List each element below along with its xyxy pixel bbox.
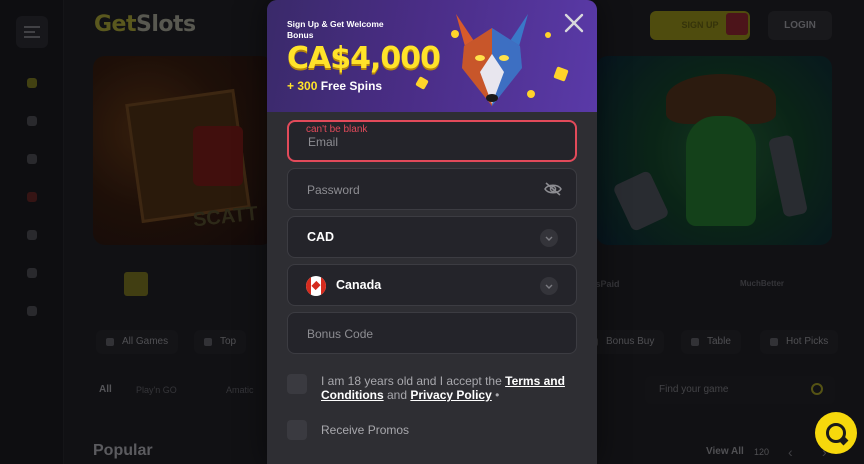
game-search-bar[interactable]: Find your game [645, 376, 835, 404]
sidebar [0, 0, 64, 464]
terms-consent-text: I am 18 years old and I accept the Terms… [321, 374, 565, 402]
coin-icon [527, 90, 535, 98]
game-count: 120 [754, 447, 770, 457]
email-error-message: can't be blank [306, 124, 368, 135]
coin-icon [545, 32, 551, 38]
sidebar-item-bonus-icon[interactable] [27, 230, 37, 240]
dice-icon [553, 66, 569, 82]
payment-logo-muchbetter: MuchBetter [740, 279, 785, 288]
eye-off-icon[interactable] [544, 182, 562, 196]
live-chat-button[interactable] [815, 412, 857, 454]
site-logo[interactable]: GetSlots [94, 12, 196, 37]
terms-consent-row: I am 18 years old and I accept the Terms… [287, 374, 577, 404]
country-select[interactable]: Canada [287, 264, 577, 306]
country-value: Canada [336, 278, 382, 292]
chevron-down-icon [540, 277, 558, 295]
sidebar-item-cards-icon[interactable] [27, 154, 37, 164]
filter-provider-playngo[interactable]: Play'n GO [136, 381, 177, 399]
revolver-illustration [612, 169, 670, 233]
promos-consent-row: Receive Promos [287, 420, 577, 440]
filter-provider-amatic[interactable]: Amatic [226, 381, 254, 399]
category-table[interactable]: Table [681, 330, 741, 354]
sidebar-item-slots-icon[interactable] [27, 78, 37, 88]
gift-icon [726, 13, 748, 35]
section-title: Popular [93, 442, 153, 459]
chevron-down-icon [540, 229, 558, 247]
table-icon [691, 338, 699, 346]
bonus-amount: CA$4,000 [287, 41, 441, 76]
bonus-code-field[interactable]: Bonus Code [287, 312, 577, 354]
required-mark: • [495, 388, 500, 402]
menu-icon [24, 26, 40, 38]
sidebar-item-support-icon[interactable] [27, 306, 37, 316]
close-icon[interactable] [563, 12, 585, 34]
email-placeholder: Email [308, 135, 339, 149]
cactus-character-illustration [686, 116, 756, 226]
search-icon[interactable] [811, 383, 823, 395]
coin-icon [451, 30, 459, 38]
chevron-left-icon[interactable]: ‹ [788, 444, 793, 460]
receive-promos-label: Receive Promos [321, 423, 410, 437]
login-button[interactable]: LOGIN [768, 11, 832, 40]
bonus-code-placeholder: Bonus Code [307, 327, 374, 341]
star-icon [204, 338, 212, 346]
category-hot-picks[interactable]: Hot Picks [760, 330, 839, 354]
currency-select[interactable]: CAD [287, 216, 577, 258]
password-placeholder: Password [307, 183, 360, 197]
currency-value: CAD [307, 230, 335, 244]
grid-icon [106, 338, 114, 346]
privacy-policy-link[interactable]: Privacy Policy [410, 388, 491, 402]
sidebar-item-games-icon[interactable] [27, 116, 37, 126]
free-spins-text: + 300 Free Spins [287, 79, 383, 93]
payment-logo-interac [124, 272, 148, 296]
promo-banner-left[interactable]: SCATT [93, 56, 273, 245]
dice-icon [415, 76, 429, 90]
filter-all[interactable]: All [99, 384, 112, 395]
chat-bubble-icon [826, 423, 849, 446]
signup-modal: Sign Up & Get Welcome Bonus CA$4,000 + 3… [267, 0, 597, 464]
hero-tagline: Sign Up & Get Welcome Bonus [287, 19, 384, 40]
welcome-bonus-hero: Sign Up & Get Welcome Bonus CA$4,000 + 3… [267, 0, 597, 112]
promo-banner-right[interactable] [596, 56, 832, 245]
view-all-link[interactable]: View All [706, 446, 744, 457]
menu-toggle-button[interactable] [16, 16, 48, 48]
category-all-games[interactable]: All Games [96, 330, 179, 354]
category-top[interactable]: Top [194, 330, 247, 354]
dynamite-illustration [193, 126, 243, 186]
password-field[interactable]: Password [287, 168, 577, 210]
email-field[interactable]: can't be blank Email [287, 120, 577, 162]
revolver-illustration [767, 134, 809, 218]
flame-icon [770, 338, 778, 346]
sidebar-item-promo-icon[interactable] [27, 268, 37, 278]
terms-checkbox[interactable] [287, 374, 307, 394]
search-placeholder: Find your game [659, 384, 729, 395]
canada-flag-icon [306, 276, 326, 296]
sidebar-item-live-icon[interactable] [27, 192, 37, 202]
promos-checkbox[interactable] [287, 420, 307, 440]
